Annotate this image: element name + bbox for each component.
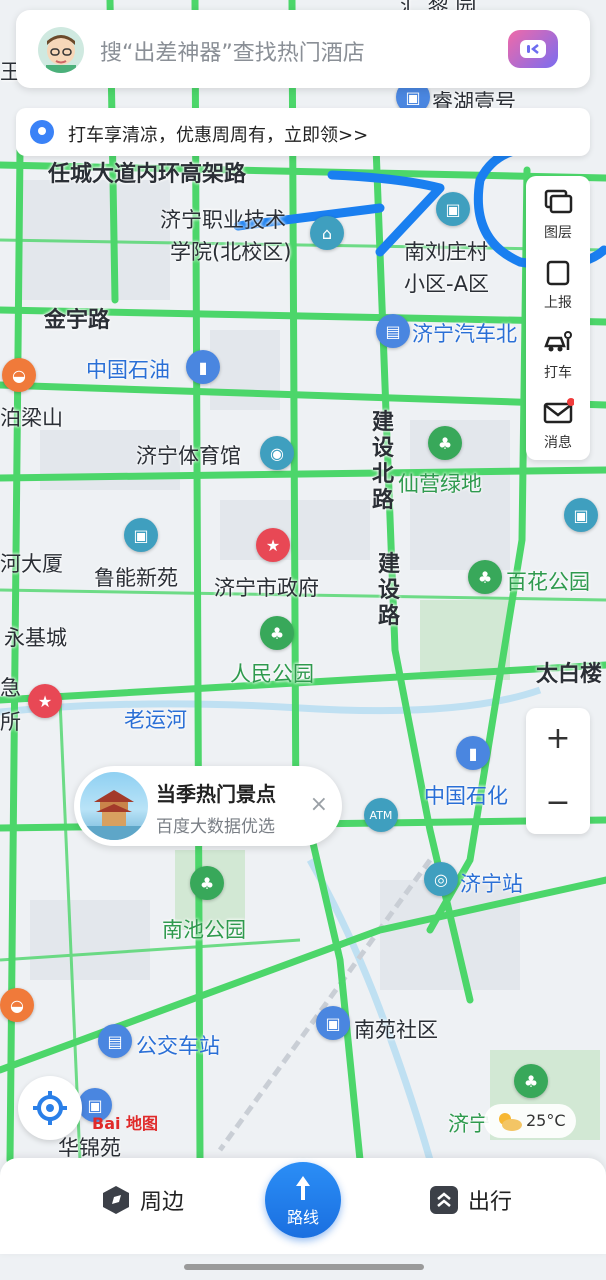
map-label: 济宁职业技术	[160, 208, 286, 232]
map-label: 公交车站	[136, 1034, 220, 1058]
search-bar[interactable]: 搜“出差神器”查找热门酒店	[16, 10, 590, 88]
zoom-in-button[interactable]: +	[526, 708, 590, 770]
crosshair-icon	[33, 1091, 67, 1125]
map-label: 任城大道内环高架路	[48, 162, 247, 187]
map-label: 建设路	[378, 552, 401, 629]
poi-food-icon[interactable]: ◒	[0, 988, 34, 1022]
travel-label: 出行	[468, 1190, 513, 1215]
card-title: 当季热门景点	[156, 782, 276, 806]
map-label: 南苑社区	[354, 1018, 438, 1042]
scenic-spot-image	[80, 772, 148, 840]
compass-icon	[103, 1186, 129, 1214]
map-label: 济宁市政府	[214, 576, 319, 600]
scenic-spot-card[interactable]: 当季热门景点 百度大数据优选 ×	[74, 766, 342, 846]
layers-button[interactable]: 图层	[526, 176, 590, 246]
poi-building-icon[interactable]: ▣	[436, 192, 470, 226]
map-label: 急	[0, 676, 21, 700]
side-toolbar: 图层 上报 打车 消息	[526, 176, 590, 460]
map-label: 河大厦	[0, 552, 63, 576]
map-label: 老运河	[124, 708, 187, 732]
sun-cloud-icon	[499, 1113, 522, 1131]
poi-bus-icon[interactable]: ▤	[376, 314, 410, 348]
taxi-icon	[544, 331, 572, 352]
poi-stadium-icon[interactable]: ◉	[260, 436, 294, 470]
zoom-out-button[interactable]: −	[526, 772, 590, 834]
temperature: 25°C	[526, 1111, 566, 1130]
avatar[interactable]	[38, 27, 84, 73]
message-label: 消息	[544, 435, 572, 451]
message-icon	[543, 398, 574, 424]
route-button[interactable]: 路线	[265, 1162, 341, 1238]
map-label: 济宁体育馆	[136, 444, 241, 468]
map-label: 太白楼	[536, 662, 603, 687]
ai-assistant-button[interactable]	[508, 30, 558, 68]
poi-station-icon[interactable]: ◎	[424, 862, 458, 896]
assistant-icon	[520, 40, 546, 58]
nearby-tab[interactable]: 周边	[100, 1180, 184, 1220]
layers-icon	[544, 189, 573, 214]
map-label: 泊梁山	[0, 406, 63, 430]
poi-park-icon[interactable]: ♣	[428, 426, 462, 460]
poi-school-icon[interactable]: ⌂	[310, 216, 344, 250]
report-button[interactable]: 上报	[526, 246, 590, 316]
report-icon	[546, 260, 570, 286]
nearby-label: 周边	[140, 1190, 185, 1215]
layers-label: 图层	[544, 225, 572, 241]
poi-landmark-icon[interactable]: ★	[28, 684, 62, 718]
poi-atm-icon[interactable]: ATM	[364, 798, 398, 832]
travel-icon	[430, 1186, 458, 1214]
map-label: 永基城	[4, 626, 67, 650]
map-label: 所	[0, 710, 21, 734]
pavilion-icon	[80, 790, 148, 840]
map-label: 百花公园	[506, 570, 590, 594]
taxi-label: 打车	[544, 365, 572, 381]
poi-government-icon[interactable]: ★	[256, 528, 290, 562]
promo-banner[interactable]: 打车享清凉，优惠周周有，立即领>>	[16, 108, 590, 156]
route-label: 路线	[286, 1208, 319, 1227]
taxi-button[interactable]: 打车	[526, 316, 590, 386]
zoom-control: + −	[526, 708, 590, 834]
map-label: 仙营绿地	[398, 472, 482, 496]
poi-food-icon[interactable]: ◒	[2, 358, 36, 392]
map-label: 人民公园	[230, 662, 314, 686]
promo-text: 打车享清凉，优惠周周有，立即领>>	[68, 125, 369, 146]
poi-park-icon[interactable]: ♣	[514, 1064, 548, 1098]
poi-park-icon[interactable]: ♣	[260, 616, 294, 650]
poi-bus-icon[interactable]: ▤	[98, 1024, 132, 1058]
map-label: 中国石油	[86, 358, 170, 382]
map-label: 鲁能新苑	[94, 566, 178, 590]
travel-tab[interactable]: 出行	[428, 1180, 512, 1220]
location-pin-icon	[30, 120, 54, 144]
search-input[interactable]: 搜“出差神器”查找热门酒店	[100, 35, 365, 67]
poi-building-icon[interactable]: ▣	[564, 498, 598, 532]
poi-gas-icon[interactable]: ▮	[186, 350, 220, 384]
map-canvas[interactable]: ▣ ⌂ ▣ ▤ ▮ ◒ ◉ ♣ ▣ ★ ♣ ▣ ♣ ★ ▮ ATM ◎ ♣ ◒ …	[0, 0, 606, 1280]
locate-button[interactable]	[18, 1076, 82, 1140]
map-label: 中国石化	[424, 784, 508, 808]
close-icon[interactable]: ×	[310, 792, 328, 817]
map-label: 南池公园	[162, 918, 246, 942]
map-label: 小区-A区	[404, 272, 489, 296]
map-label: 金宇路	[44, 308, 111, 333]
map-label: 济宁汽车北	[412, 322, 517, 346]
poi-park-icon[interactable]: ♣	[468, 560, 502, 594]
home-indicator	[184, 1264, 424, 1270]
map-label: 学院(北校区)	[170, 240, 292, 264]
map-label: 济宁站	[460, 872, 523, 896]
weather-widget[interactable]: 25°C	[484, 1104, 576, 1138]
baidu-map-logo: Bai 地图	[92, 1114, 159, 1133]
poi-park-icon[interactable]: ♣	[190, 866, 224, 900]
avatar-icon	[46, 35, 76, 73]
poi-gas-icon[interactable]: ▮	[456, 736, 490, 770]
poi-building-icon[interactable]: ▣	[316, 1006, 350, 1040]
report-label: 上报	[544, 295, 572, 311]
poi-building-icon[interactable]: ▣	[124, 518, 158, 552]
card-subtitle: 百度大数据优选	[156, 817, 275, 837]
map-label: 建设北路	[372, 410, 395, 513]
message-button[interactable]: 消息	[526, 386, 590, 456]
map-label: 南刘庄村	[404, 240, 488, 264]
